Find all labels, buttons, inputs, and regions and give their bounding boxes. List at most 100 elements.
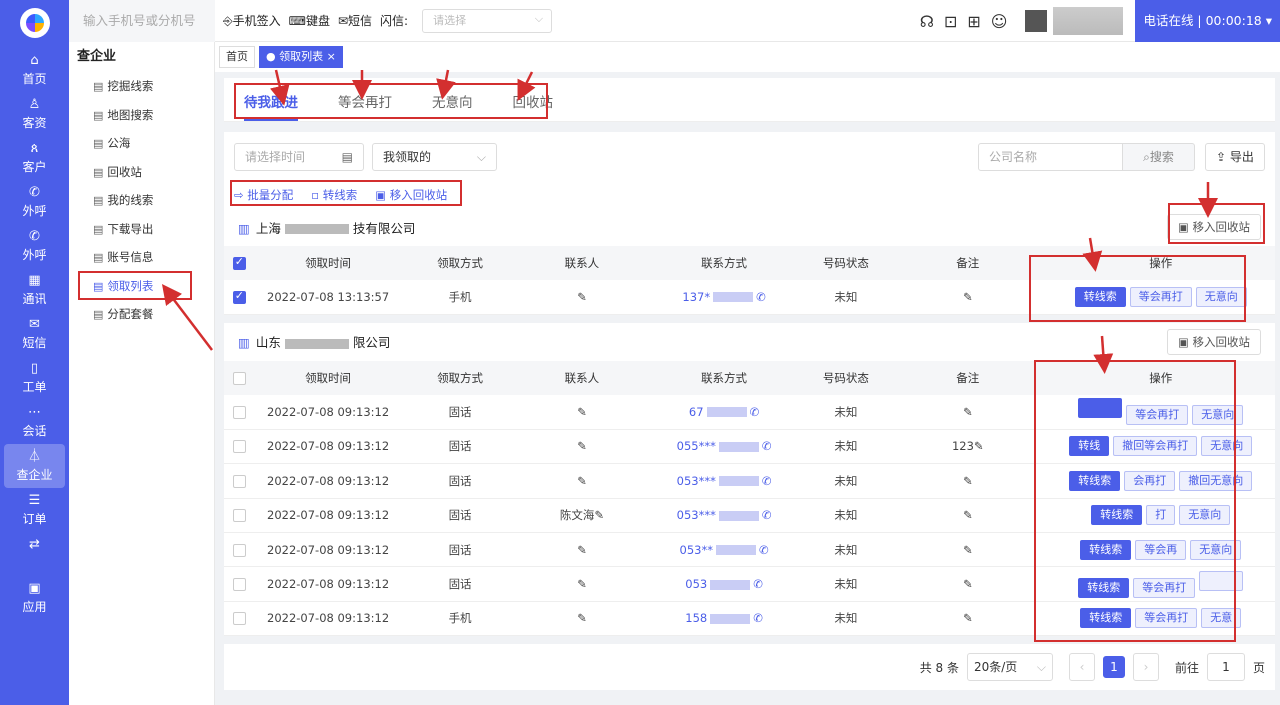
- op-button-0[interactable]: 转线索: [1074, 286, 1126, 307]
- chat-icon[interactable]: ☺: [991, 12, 1008, 31]
- edit-icon[interactable]: ✎: [963, 577, 973, 591]
- phone-number[interactable]: 055***: [677, 439, 716, 453]
- op-button-2[interactable]: 无意向: [1201, 436, 1253, 457]
- bulk-convert-button[interactable]: ▫ 转线索: [311, 187, 357, 203]
- tab-home[interactable]: 首页: [219, 46, 255, 68]
- subnav-item-6[interactable]: ▤ 账号信息: [69, 243, 214, 272]
- flash-select[interactable]: 请选择: [422, 8, 553, 33]
- op-button-1[interactable]: 打: [1146, 505, 1176, 526]
- op-button-2[interactable]: [1199, 570, 1244, 591]
- nav-item-11[interactable]: ⇄: [0, 532, 69, 576]
- nav-item-7[interactable]: ▯ 工单: [0, 356, 69, 400]
- search-button[interactable]: ⌕搜索: [1123, 143, 1195, 171]
- row-checkbox[interactable]: [232, 440, 246, 454]
- op-button-0[interactable]: 转线索: [1078, 577, 1130, 598]
- edit-icon[interactable]: ✎: [577, 577, 587, 591]
- op-button-1[interactable]: 等会再打: [1129, 286, 1192, 307]
- headset-icon[interactable]: ☊: [920, 12, 934, 31]
- nav-item-6[interactable]: ✉ 短信: [0, 312, 69, 356]
- tab-status-0[interactable]: 待我跟进: [244, 91, 298, 121]
- phone-number[interactable]: 158: [685, 611, 707, 625]
- op-button-1[interactable]: 等会再打: [1133, 577, 1196, 598]
- nav-item-8[interactable]: ⋯ 会话: [0, 400, 69, 444]
- nav-item-3[interactable]: ✆ 外呼: [0, 180, 69, 224]
- subnav-item-8[interactable]: ▤ 分配套餐: [69, 300, 214, 329]
- edit-icon[interactable]: ✎: [974, 439, 984, 453]
- subnav-item-3[interactable]: ▤ 回收站: [69, 158, 214, 187]
- avatar[interactable]: [1025, 10, 1048, 32]
- sms-button[interactable]: ✉短信: [338, 12, 372, 29]
- row-checkbox[interactable]: [232, 474, 246, 488]
- phone-input[interactable]: 输入手机号或分机号: [69, 0, 215, 42]
- nav-item-9[interactable]: ⏃ 查企业: [4, 444, 65, 488]
- monitor-icon[interactable]: ⊡: [944, 12, 957, 31]
- op-button-1[interactable]: 会再打: [1124, 470, 1176, 491]
- op-button-1[interactable]: 撤回等会再打: [1113, 436, 1198, 457]
- op-button-1[interactable]: 等会再: [1135, 539, 1187, 560]
- phone-status[interactable]: 电话在线 | 00:00:18 ▾: [1135, 0, 1280, 42]
- bulk-recycle-button[interactable]: ▣ 移入回收站: [375, 187, 447, 203]
- call-icon[interactable]: ✆: [762, 439, 772, 453]
- row-checkbox[interactable]: [232, 543, 246, 557]
- username-blurred[interactable]: [1053, 7, 1124, 35]
- checkin-button[interactable]: ⎆手机签入: [223, 12, 281, 29]
- nav-item-12[interactable]: ▣ 应用: [0, 576, 69, 620]
- op-button-2[interactable]: 无意向: [1192, 405, 1244, 426]
- edit-icon[interactable]: ✎: [963, 543, 973, 557]
- edit-icon[interactable]: ✎: [577, 405, 587, 419]
- op-button-2[interactable]: 无意向: [1195, 286, 1247, 307]
- edit-icon[interactable]: ✎: [963, 508, 973, 522]
- mine-select[interactable]: 我领取的 ⌵: [372, 143, 497, 171]
- op-button-0[interactable]: 转线索: [1080, 539, 1132, 560]
- op-button-0[interactable]: 转线索: [1080, 608, 1132, 629]
- subnav-item-7[interactable]: ▤ 领取列表: [69, 272, 214, 301]
- call-icon[interactable]: ✆: [750, 405, 760, 419]
- phone-number[interactable]: 053: [685, 577, 707, 591]
- nav-item-4[interactable]: ✆ 外呼: [0, 224, 69, 268]
- op-button-1[interactable]: 等会再打: [1135, 608, 1198, 629]
- tab-current[interactable]: ● 领取列表 ×: [259, 46, 343, 68]
- op-button-2[interactable]: 撤回无意向: [1179, 470, 1253, 491]
- subnav-item-1[interactable]: ▤ 地图搜索: [69, 101, 214, 130]
- row-checkbox[interactable]: [232, 612, 246, 626]
- call-icon[interactable]: ✆: [753, 577, 763, 591]
- call-icon[interactable]: ✆: [762, 508, 772, 522]
- row-checkbox[interactable]: [232, 509, 246, 523]
- op-button-2[interactable]: 无意: [1201, 608, 1242, 629]
- edit-icon[interactable]: ✎: [963, 405, 973, 419]
- subnav-item-2[interactable]: ▤ 公海: [69, 129, 214, 158]
- op-button-2[interactable]: 无意向: [1190, 539, 1242, 560]
- phone-number[interactable]: 053**: [680, 543, 713, 557]
- call-icon[interactable]: ✆: [759, 543, 769, 557]
- subnav-item-5[interactable]: ▤ 下载导出: [69, 215, 214, 244]
- page-1[interactable]: 1: [1102, 656, 1125, 679]
- op-button-2[interactable]: 无意向: [1179, 505, 1231, 526]
- op-button-0[interactable]: 转线索: [1069, 470, 1121, 491]
- op-button-0[interactable]: [1078, 398, 1123, 419]
- phone-number[interactable]: 67: [689, 405, 704, 419]
- bulk-assign-button[interactable]: ⇨ 批量分配: [234, 187, 293, 203]
- tab-status-1[interactable]: 等会再打: [338, 91, 392, 121]
- goto-input[interactable]: 1: [1206, 653, 1245, 682]
- row-checkbox[interactable]: [232, 289, 246, 304]
- select-all-checkbox[interactable]: [232, 371, 246, 385]
- time-picker[interactable]: 请选择时间 ▤: [234, 143, 364, 171]
- row-checkbox[interactable]: [232, 405, 246, 419]
- company-search-input[interactable]: 公司名称: [978, 143, 1123, 171]
- row-checkbox[interactable]: [232, 578, 246, 592]
- next-page-button[interactable]: ›: [1132, 653, 1159, 682]
- tab-status-2[interactable]: 无意向: [432, 91, 473, 121]
- tab-status-3[interactable]: 回收站: [513, 91, 554, 121]
- op-button-1[interactable]: 等会再打: [1126, 405, 1189, 426]
- move-to-recycle-button[interactable]: ▣ 移入回收站: [1166, 214, 1261, 240]
- select-all-checkbox[interactable]: [232, 255, 246, 270]
- op-button-0[interactable]: 转线: [1069, 436, 1110, 457]
- edit-icon[interactable]: ✎: [577, 474, 587, 488]
- page-size-select[interactable]: 20条/页 ⌵: [966, 653, 1053, 682]
- phone-number[interactable]: 053***: [677, 508, 716, 522]
- edit-icon[interactable]: ✎: [963, 611, 973, 625]
- call-icon[interactable]: ✆: [756, 290, 766, 304]
- keyboard-button[interactable]: ⌨键盘: [289, 12, 330, 29]
- subnav-item-4[interactable]: ▤ 我的线索: [69, 186, 214, 215]
- book-icon[interactable]: ⊞: [967, 12, 980, 31]
